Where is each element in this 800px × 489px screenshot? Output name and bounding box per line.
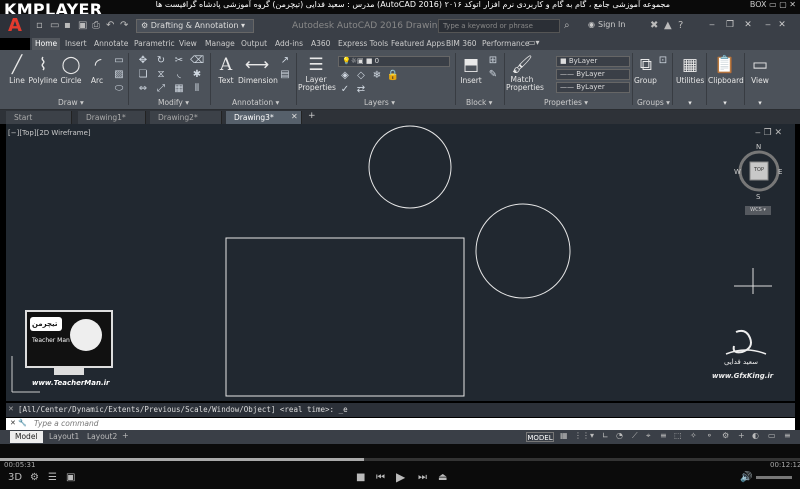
dropdown-arrow-icon[interactable]: ▾ — [590, 431, 594, 440]
gfxking-watermark: سعید فدایی www.GfxKing.ir — [712, 328, 776, 386]
grid-icon[interactable]: ▦ — [560, 431, 568, 440]
command-close-icon[interactable]: ✕ — [8, 405, 14, 413]
command-customize-icon[interactable]: ✕ 🔧 — [10, 419, 27, 427]
new-layout-icon[interactable]: + — [122, 431, 129, 440]
circle-shape-1[interactable] — [368, 125, 452, 209]
teacherman-logo — [25, 310, 113, 375]
polar-icon[interactable]: ◔ — [616, 431, 623, 440]
crosshair-cursor — [734, 268, 772, 294]
seek-bar-progress — [0, 458, 364, 461]
playlist-icon[interactable]: ☰ — [48, 472, 57, 483]
osnap-tracking-icon[interactable]: ⌖ — [646, 431, 651, 441]
circle-shape-2[interactable] — [475, 203, 571, 299]
3d-icon[interactable]: 3D — [8, 472, 22, 483]
annotation-scale-icon[interactable]: ✧ — [690, 431, 697, 440]
lineweight-icon[interactable]: ≡ — [660, 431, 667, 440]
compass-north: N — [756, 143, 762, 151]
snap-icon[interactable]: ⋮⋮ — [574, 431, 590, 440]
volume-slider[interactable] — [756, 476, 792, 479]
annotation-monitor-icon[interactable]: + — [738, 431, 745, 440]
settings-icon[interactable]: ⚙ — [30, 472, 39, 483]
total-time: 00:12:12 — [770, 461, 800, 469]
previous-icon[interactable]: ⏮ — [376, 472, 385, 483]
compass-east: E — [778, 168, 783, 176]
gfxking-url: www.GfxKing.ir — [712, 372, 774, 380]
next-icon[interactable]: ⏭ — [418, 472, 427, 483]
annotation-visibility-icon[interactable]: ⚬ — [706, 431, 713, 440]
capture-icon[interactable]: ▣ — [66, 472, 75, 483]
ortho-icon[interactable]: ∟ — [602, 431, 609, 440]
viewcube-top-face[interactable]: TOP — [751, 167, 767, 173]
gfxking-name: سعید فدایی — [724, 358, 759, 366]
model-space-button[interactable]: MODEL — [526, 432, 554, 442]
elapsed-time: 00:05:31 — [4, 461, 36, 469]
layout-tab-model[interactable]: Model — [10, 431, 43, 443]
teacherman-name: Teacher Man — [32, 337, 70, 344]
customization-icon[interactable]: ≡ — [784, 431, 791, 440]
play-icon[interactable]: ▶ — [396, 470, 405, 484]
teacherman-url: www.TeacherMan.ir — [32, 379, 110, 387]
command-input[interactable]: Type a command — [6, 418, 795, 430]
gfxking-logo — [725, 329, 767, 355]
isolate-objects-icon[interactable]: ◐ — [752, 431, 759, 440]
isodraft-icon[interactable]: ⟋ — [632, 431, 638, 441]
compass-south: S — [756, 193, 761, 201]
wcs-menu[interactable]: WCS ▾ — [745, 206, 771, 215]
layout-tab-layout1[interactable]: Layout1 — [44, 431, 84, 443]
command-history: [All/Center/Dynamic/Extents/Previous/Sca… — [6, 403, 795, 417]
stop-icon[interactable]: ■ — [356, 472, 365, 483]
teacherman-watermark: تیچرمن Teacher Man www.TeacherMan.ir — [24, 301, 114, 391]
teacherman-badge: تیچرمن — [32, 320, 58, 328]
workspace-switch-icon[interactable]: ⚙ — [722, 431, 729, 440]
volume-icon[interactable]: 🔊 — [740, 472, 752, 483]
layout-tab-layout2[interactable]: Layout2 — [82, 431, 122, 443]
eject-icon[interactable]: ⏏ — [438, 472, 447, 483]
rectangle-shape[interactable] — [225, 237, 465, 397]
clean-screen-icon[interactable]: ▭ — [768, 431, 776, 440]
selection-cycling-icon[interactable]: ⬚ — [674, 431, 682, 440]
compass-west: W — [734, 168, 741, 176]
